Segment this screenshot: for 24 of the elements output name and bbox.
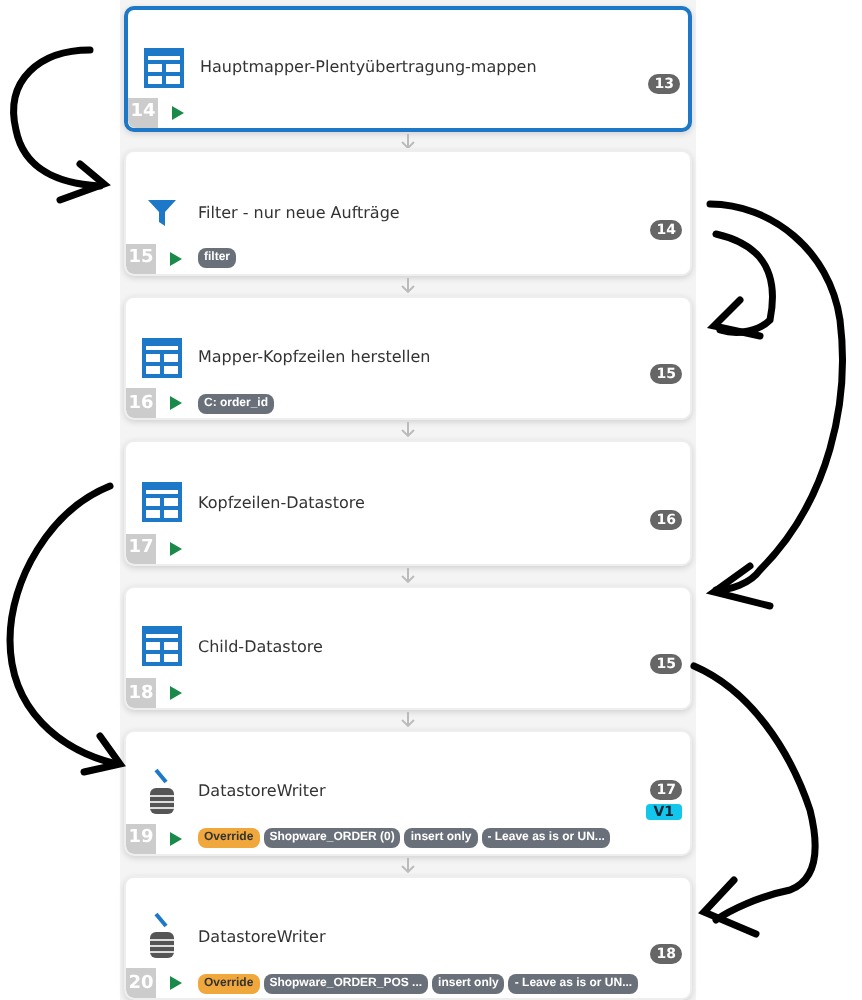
down-arrow-icon bbox=[400, 133, 416, 149]
step-title: Filter - nur neue Aufträge bbox=[198, 203, 402, 222]
play-icon[interactable] bbox=[170, 686, 182, 701]
down-arrow-icon bbox=[400, 277, 416, 294]
play-icon[interactable] bbox=[170, 396, 182, 411]
down-arrow-icon bbox=[400, 857, 416, 874]
step-title: Hauptmapper-Plentyübertragung-mappen bbox=[200, 58, 539, 77]
table-icon bbox=[142, 337, 182, 378]
step-title: Kopfzeilen-Datastore bbox=[198, 493, 367, 512]
play-icon[interactable] bbox=[170, 541, 182, 556]
step-title: DatastoreWriter bbox=[198, 927, 328, 946]
step-title: DatastoreWriter bbox=[198, 782, 328, 801]
table-icon bbox=[142, 626, 182, 667]
down-arrow-icon bbox=[400, 422, 416, 439]
step-title: Mapper-Kopfzeilen herstellen bbox=[198, 348, 433, 367]
play-icon[interactable] bbox=[170, 831, 182, 846]
table-icon bbox=[142, 482, 182, 523]
play-icon[interactable] bbox=[170, 251, 182, 266]
down-arrow-icon bbox=[400, 567, 416, 584]
table-icon bbox=[144, 47, 184, 88]
play-icon[interactable] bbox=[170, 976, 182, 991]
step-title: Child-Datastore bbox=[198, 637, 325, 656]
play-icon[interactable] bbox=[172, 105, 184, 119]
down-arrow-icon bbox=[400, 712, 416, 729]
